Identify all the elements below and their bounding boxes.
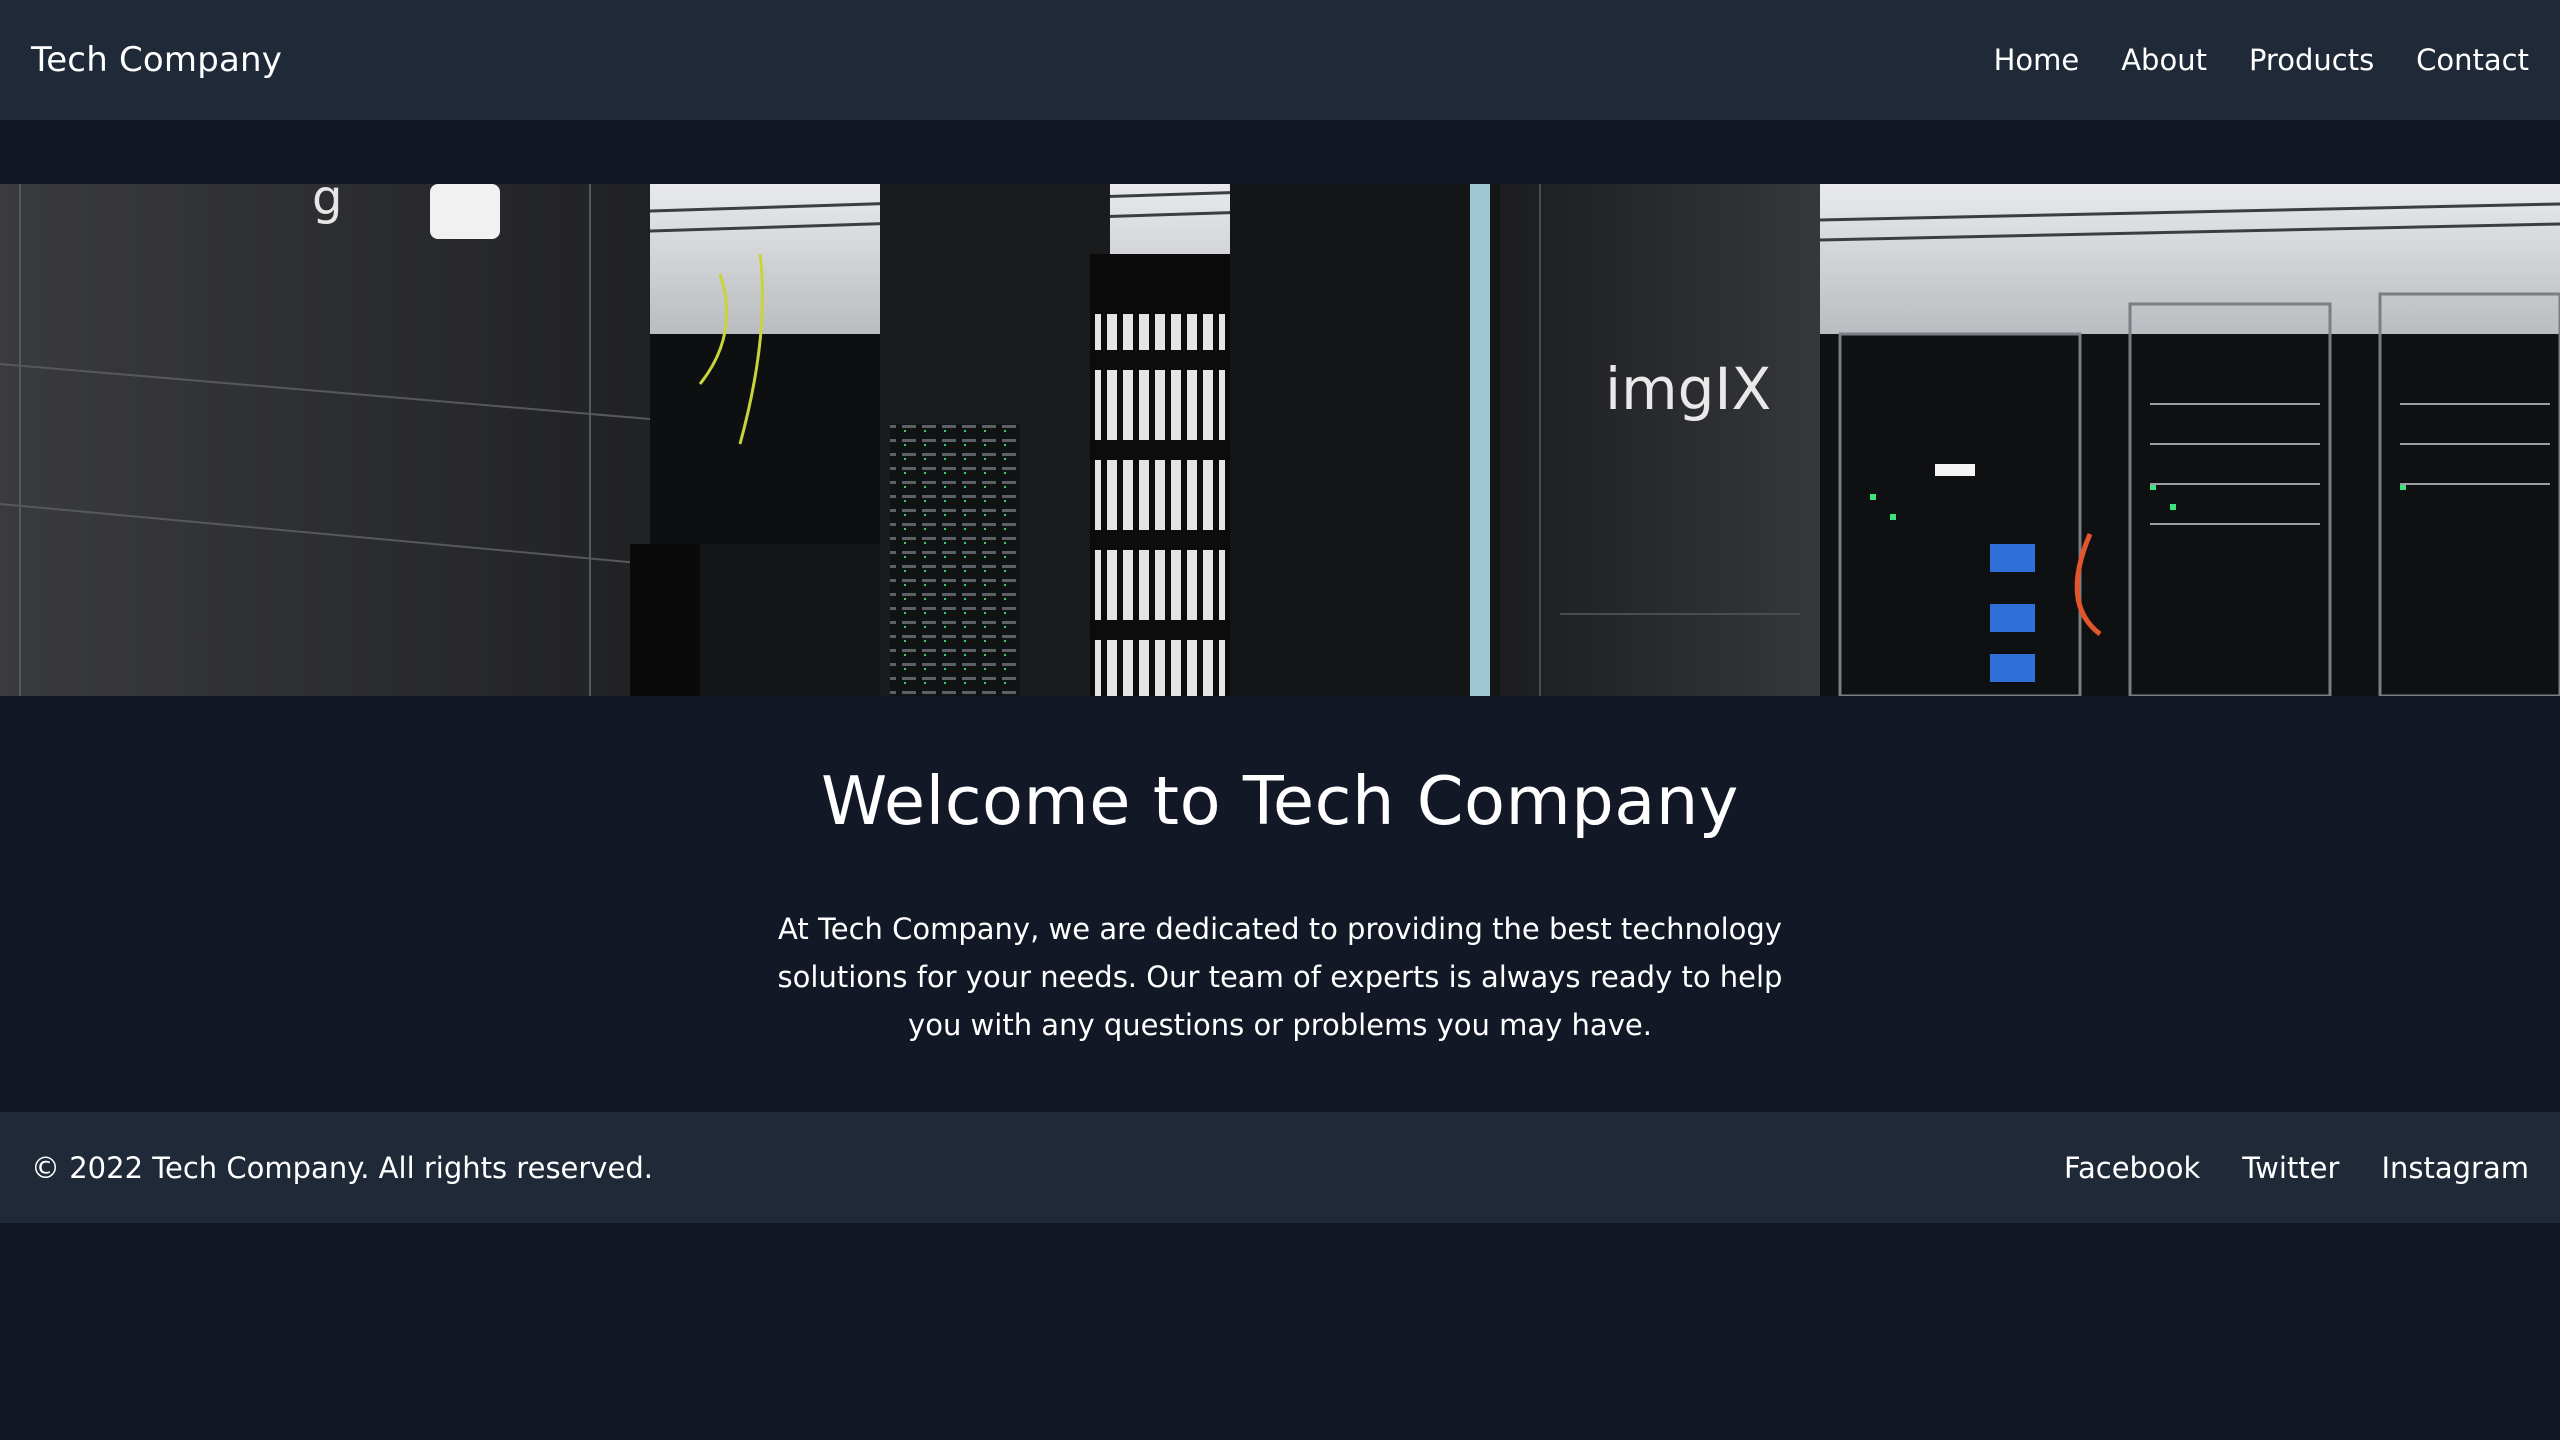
nav-link-home[interactable]: Home	[1994, 43, 2080, 77]
nav-link-about[interactable]: About	[2121, 43, 2207, 77]
svg-text:g: g	[312, 184, 342, 226]
site-header: Tech Company Home About Products Contact	[0, 0, 2560, 120]
main-nav: Home About Products Contact	[1994, 43, 2529, 77]
copyright-text: © 2022 Tech Company. All rights reserved…	[31, 1150, 653, 1185]
nav-link-contact[interactable]: Contact	[2416, 43, 2529, 77]
instagram-link[interactable]: Instagram	[2381, 1151, 2529, 1185]
main-content: Welcome to Tech Company At Tech Company,…	[0, 696, 2560, 1049]
intro-paragraph: At Tech Company, we are dedicated to pro…	[777, 912, 1783, 1043]
brand-logo-link[interactable]: Tech Company	[31, 40, 282, 80]
social-links: Facebook Twitter Instagram	[2064, 1151, 2529, 1185]
twitter-link[interactable]: Twitter	[2242, 1151, 2339, 1185]
site-footer: © 2022 Tech Company. All rights reserved…	[0, 1112, 2560, 1223]
nav-link-products[interactable]: Products	[2249, 43, 2374, 77]
facebook-link[interactable]: Facebook	[2064, 1151, 2200, 1185]
hero-banner: g img imgIX	[0, 184, 2560, 696]
image-logo-text: imgIX	[1605, 355, 1771, 423]
server-room-image: g img imgIX	[0, 184, 2560, 696]
page-title: Welcome to Tech Company	[821, 762, 1739, 840]
